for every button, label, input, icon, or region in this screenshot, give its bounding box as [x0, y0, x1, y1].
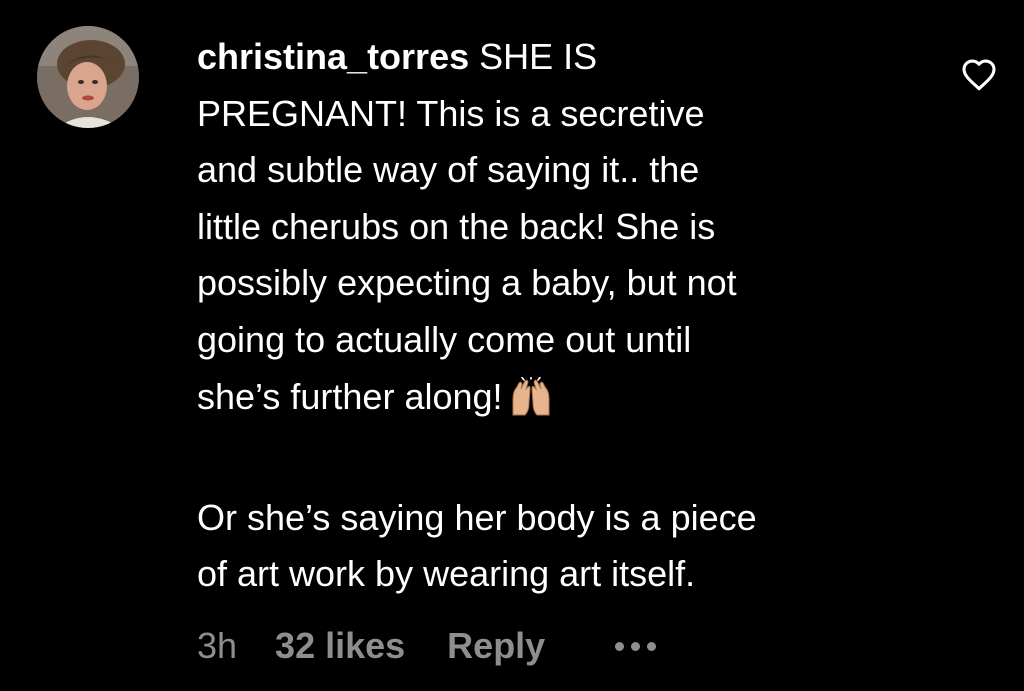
comment-text-line: and subtle way of saying it.. the: [197, 149, 700, 191]
raising-hands-emoji: [509, 374, 553, 434]
comment-text-line: possibly expecting a baby, but not: [197, 262, 737, 304]
comment-text-line-last: she’s further along!: [197, 369, 917, 434]
comment-paragraph: christina_torres SHE IS: [197, 29, 917, 86]
comment-meta: 3h 32 likes Reply: [197, 622, 657, 670]
comment-timestamp: 3h: [197, 625, 238, 666]
reply-button[interactable]: Reply: [447, 625, 545, 667]
more-dot: [615, 641, 625, 651]
more-options-icon[interactable]: [615, 641, 657, 651]
comment-username[interactable]: christina_torres: [197, 36, 469, 77]
comment-text-line: of art work by wearing art itself.: [197, 553, 696, 595]
likes-count-link[interactable]: 32 likes: [275, 625, 405, 667]
more-dot: [647, 641, 657, 651]
comment-body: christina_torres SHE IS PREGNANT! This i…: [197, 29, 917, 603]
comment-text-line: Or she’s saying her body is a piece: [197, 496, 757, 538]
like-button[interactable]: [958, 54, 1000, 94]
comment-text-line: SHE IS: [469, 36, 598, 77]
comment-text-line: PREGNANT! This is a secretive: [197, 92, 705, 134]
more-dot: [631, 641, 641, 651]
comment-text-line: little cherubs on the back! She is: [197, 205, 716, 247]
heart-outline-icon: [962, 59, 996, 91]
comment-text-line: she’s further along!: [197, 375, 503, 417]
comment-text-line: going to actually come out until: [197, 318, 692, 360]
avatar[interactable]: [37, 26, 139, 128]
avatar-image: [37, 26, 139, 128]
